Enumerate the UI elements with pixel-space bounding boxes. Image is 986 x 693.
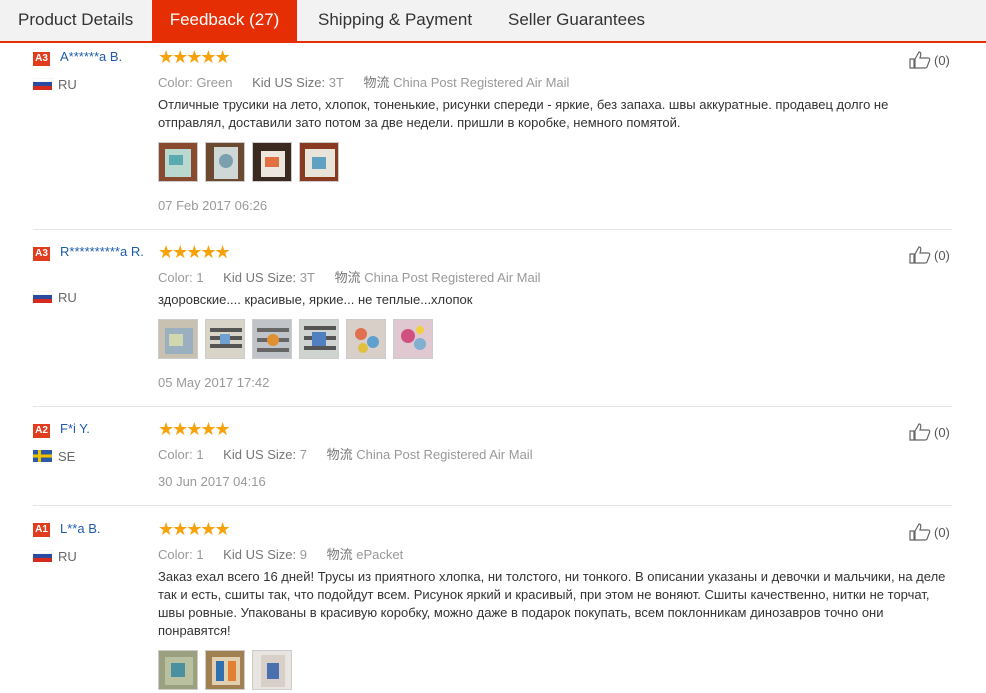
shipping-method: China Post Registered Air Mail [364,270,541,285]
helpful-count: (0) [934,524,950,540]
buyer-country: RU [58,77,77,92]
review-photo[interactable] [299,319,339,359]
helpful-button[interactable]: (0) [909,246,950,264]
review-photo[interactable] [252,319,292,359]
helpful-button[interactable]: (0) [909,51,950,69]
divider [33,229,952,230]
tab-seller-guarantees[interactable]: Seller Guarantees [487,0,657,41]
russia-flag-icon [33,78,52,90]
divider [33,406,952,407]
size-value: 3T [299,270,315,285]
sweden-flag-icon [33,450,52,462]
color-value: 1 [196,270,204,285]
rating-stars: ★★★★★ [158,419,231,439]
review-photos [158,650,292,690]
review-date: 30 Jun 2017 04:16 [158,474,266,489]
review-photo[interactable] [252,142,292,182]
review-photos [158,142,339,182]
tab-shipping-payment[interactable]: Shipping & Payment [297,0,487,41]
buyer-name: R**********a R. [60,244,144,259]
helpful-button[interactable]: (0) [909,523,950,541]
helpful-count: (0) [934,424,950,440]
color-value: 1 [196,547,204,562]
review-text: Заказ ехал всего 16 дней! Трусы из прият… [158,569,946,638]
buyer-level-badge: A2 [33,424,50,438]
thumbs-up-icon [909,523,931,541]
russia-flag-icon [33,291,52,303]
buyer-level-badge: A3 [33,52,50,66]
review-photo[interactable] [205,650,245,690]
buyer-country: RU [58,549,77,564]
size-value: 3T [328,75,344,90]
buyer-name: A******a B. [60,49,123,64]
tab-product-details[interactable]: Product Details [0,0,152,41]
thumbs-up-icon [909,246,931,264]
rating-stars: ★★★★★ [158,242,231,262]
color-value: Green [196,75,233,90]
review-photo[interactable] [158,319,198,359]
rating-stars: ★★★★★ [158,47,231,67]
buyer-level-badge: A1 [33,523,50,537]
review-photo[interactable] [205,319,245,359]
review-photo[interactable] [158,142,198,182]
review-text: Отличные трусики на лето, хлопок, тонень… [158,97,889,130]
order-info: Color: 1 Kid US Size: 7 物流 China Post Re… [158,447,533,462]
review-date: 05 May 2017 17:42 [158,375,270,390]
buyer-country: RU [58,290,77,305]
review-date: 07 Feb 2017 06:26 [158,198,268,213]
helpful-count: (0) [934,247,950,263]
review-photo[interactable] [299,142,339,182]
review-photo[interactable] [393,319,433,359]
shipping-method: ePacket [356,547,404,562]
buyer-name: L**a B. [60,521,101,536]
thumbs-up-icon [909,423,931,441]
rating-stars: ★★★★★ [158,519,231,539]
review-photo[interactable] [205,142,245,182]
order-info: Color: 1 Kid US Size: 9 物流 ePacket [158,547,404,562]
size-value: 9 [299,547,308,562]
review-text: здоровские.... красивые, яркие... не теп… [158,292,473,307]
divider [33,505,952,506]
review-photo[interactable] [158,650,198,690]
helpful-button[interactable]: (0) [909,423,950,441]
thumbs-up-icon [909,51,931,69]
buyer-country: SE [58,449,76,464]
review-photos [158,319,433,359]
buyer-name: F*i Y. [60,421,90,436]
size-value: 7 [299,447,308,462]
color-value: 1 [196,447,204,462]
shipping-method: China Post Registered Air Mail [393,75,570,90]
helpful-count: (0) [934,52,950,68]
tab-feedback[interactable]: Feedback (27) [152,0,297,41]
review-photo[interactable] [346,319,386,359]
order-info: Color: 1 Kid US Size: 3T 物流 China Post R… [158,270,541,285]
shipping-method: China Post Registered Air Mail [356,447,533,462]
russia-flag-icon [33,550,52,562]
tab-bar: Product Details Feedback (27) Shipping &… [0,0,986,43]
order-info: Color: Green Kid US Size: 3T 物流 China Po… [158,75,570,90]
review-photo[interactable] [252,650,292,690]
